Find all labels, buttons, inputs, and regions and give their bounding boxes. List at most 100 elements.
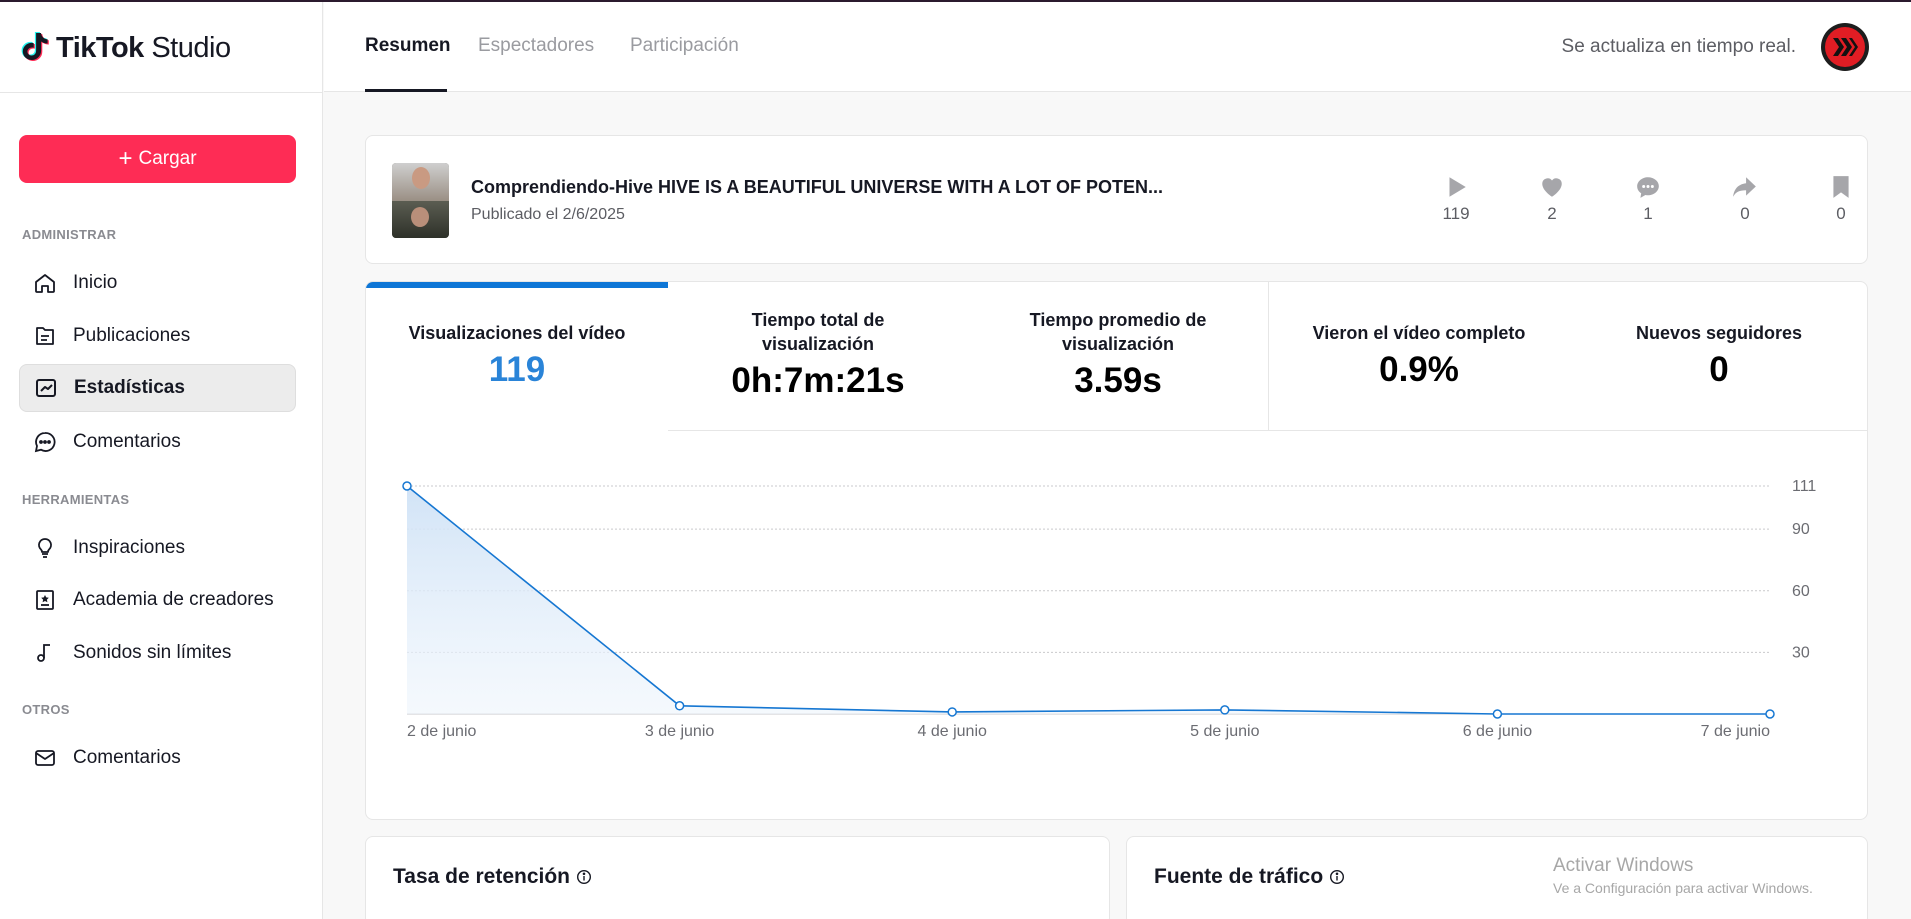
envelope-icon [35, 750, 55, 766]
chart-point [674, 701, 685, 711]
sidebar-item-label: Comentarios [73, 747, 181, 768]
home-icon [35, 274, 55, 293]
chart-point [1220, 705, 1230, 715]
y-tick-label: 60 [1792, 583, 1810, 600]
section-label-administrar: ADMINISTRAR [22, 227, 117, 242]
realtime-status-text: Se actualiza en tiempo real. [1561, 36, 1796, 57]
section-label-herramientas: HERRAMIENTAS [22, 492, 130, 507]
stat-views: 119 [1426, 174, 1486, 224]
stat-comments: 1 [1618, 174, 1678, 224]
metric-value: 0.9% [1379, 350, 1459, 389]
metric-total-watch-time[interactable]: Tiempo total de visualización 0h:7m:21s [668, 282, 968, 431]
heart-icon [1542, 178, 1562, 197]
views-line-chart: 111 90 60 30 2 de junio 3 de junio 4 de junio 5… [366, 431, 1867, 819]
x-tick-label: 2 de junio [407, 723, 476, 740]
comment-icon [34, 432, 56, 453]
sidebar: TikTok Studio + Cargar ADMINISTRAR Inici… [0, 2, 323, 919]
watermark-line2: Ve a Configuración para activar Windows. [1553, 880, 1813, 896]
x-tick-label: 5 de junio [1190, 723, 1259, 740]
metric-value: 0h:7m:21s [731, 361, 905, 400]
y-tick-label: 90 [1792, 521, 1810, 538]
sidebar-item-label: Inicio [73, 272, 118, 293]
tiktok-studio-logo[interactable]: TikTok Studio [20, 28, 231, 68]
chart-area [407, 486, 1770, 714]
tab-resumen[interactable]: Resumen [365, 35, 451, 57]
sidebar-item-label: Academia de creadores [73, 589, 274, 610]
sidebar-item-feedback[interactable]: Comentarios [19, 734, 296, 782]
sidebar-item-inicio[interactable]: Inicio [19, 259, 296, 307]
sidebar-item-academia[interactable]: Academia de creadores [19, 576, 296, 624]
sidebar-item-comentarios[interactable]: Comentarios [19, 418, 296, 466]
avatar[interactable] [1821, 23, 1869, 71]
metric-value: 3.59s [1074, 361, 1162, 400]
x-tick-label: 6 de junio [1463, 723, 1532, 740]
bookmark-icon [1833, 176, 1849, 198]
chart-point [1492, 709, 1503, 719]
sidebar-item-estadisticas[interactable]: Estadísticas [19, 364, 296, 412]
metric-value: 0 [1709, 350, 1729, 389]
x-tick-label: 7 de junio [1701, 723, 1770, 740]
analytics-icon [36, 379, 56, 397]
video-summary-card: Comprendiendo-Hive HIVE IS A BEAUTIFUL U… [365, 135, 1868, 264]
upload-button[interactable]: + Cargar [19, 135, 296, 183]
stat-shares-value: 0 [1740, 204, 1750, 223]
retention-title-text: Tasa de retención [393, 865, 571, 888]
traffic-title-text: Fuente de tráfico [1154, 865, 1324, 888]
stat-saves-value: 0 [1836, 204, 1846, 223]
active-tab-indicator [365, 89, 447, 92]
lightbulb-icon [38, 538, 52, 558]
metric-label: Tiempo promedio de visualización [1029, 310, 1207, 354]
video-thumbnail[interactable] [392, 163, 449, 238]
chart-svg: 111 90 60 30 2 de junio 3 de junio 4 de junio 5… [402, 478, 1816, 740]
retention-title: Tasa de retención [393, 865, 592, 889]
metric-label: Nuevos seguidores [1635, 323, 1803, 343]
stat-saves: 0 [1811, 174, 1871, 224]
watermark-line1: Activar Windows [1553, 855, 1694, 876]
academy-icon [36, 590, 54, 610]
info-icon[interactable] [576, 869, 592, 885]
stat-shares: 0 [1715, 174, 1775, 224]
comment-bubble-icon [1637, 177, 1659, 198]
play-icon [1449, 177, 1466, 197]
stat-comments-value: 1 [1643, 204, 1653, 223]
y-tick-label: 30 [1792, 644, 1810, 661]
traffic-title: Fuente de tráfico [1154, 865, 1345, 889]
sidebar-item-label: Publicaciones [73, 325, 191, 346]
music-note-icon [37, 644, 50, 662]
logo-product: Studio [151, 31, 231, 64]
sidebar-item-label: Sonidos sin límites [73, 642, 232, 663]
metric-average-watch-time[interactable]: Tiempo promedio de visualización 3.59s [968, 282, 1268, 431]
hive-logo-icon [1825, 27, 1865, 67]
share-icon [1733, 177, 1756, 197]
metric-label: Tiempo total de visualización [751, 310, 885, 354]
chart-point [947, 707, 957, 717]
sidebar-divider [0, 92, 323, 93]
retention-card: Tasa de retención [365, 836, 1110, 919]
section-label-otros: OTROS [22, 702, 70, 717]
tab-espectadores[interactable]: Espectadores [478, 35, 594, 57]
sidebar-item-sonidos[interactable]: Sonidos sin límites [19, 629, 296, 677]
metric-label: Vieron el vídeo completo [1312, 323, 1526, 343]
stat-likes: 2 [1522, 174, 1582, 224]
metric-video-views[interactable]: Visualizaciones del vídeo 119 [366, 282, 668, 431]
upload-button-label: Cargar [138, 148, 197, 169]
x-tick-label: 3 de junio [645, 723, 714, 740]
y-tick-label: 111 [1792, 478, 1816, 495]
video-title[interactable]: Comprendiendo-Hive HIVE IS A BEAUTIFUL U… [471, 177, 1163, 198]
metric-watched-full[interactable]: Vieron el vídeo completo 0.9% [1269, 282, 1569, 431]
sidebar-item-label: Inspiraciones [73, 537, 185, 558]
logo-brand: TikTok [56, 31, 144, 64]
folder-icon [36, 327, 54, 345]
metrics-chart-card: Visualizaciones del vídeo 119 Tiempo tot… [365, 281, 1868, 820]
chart-point [402, 481, 412, 491]
plus-icon: + [118, 145, 133, 172]
info-icon[interactable] [1329, 869, 1345, 885]
tiktok-logo-icon [21, 32, 49, 61]
sidebar-item-publicaciones[interactable]: Publicaciones [19, 312, 296, 360]
logo-wordmark: TikTok Studio [56, 32, 231, 65]
stat-views-value: 119 [1442, 204, 1470, 223]
tab-participacion[interactable]: Participación [630, 35, 739, 57]
sidebar-item-inspiraciones[interactable]: Inspiraciones [19, 524, 296, 572]
stat-likes-value: 2 [1547, 204, 1557, 223]
metric-new-followers[interactable]: Nuevos seguidores 0 [1569, 282, 1867, 431]
